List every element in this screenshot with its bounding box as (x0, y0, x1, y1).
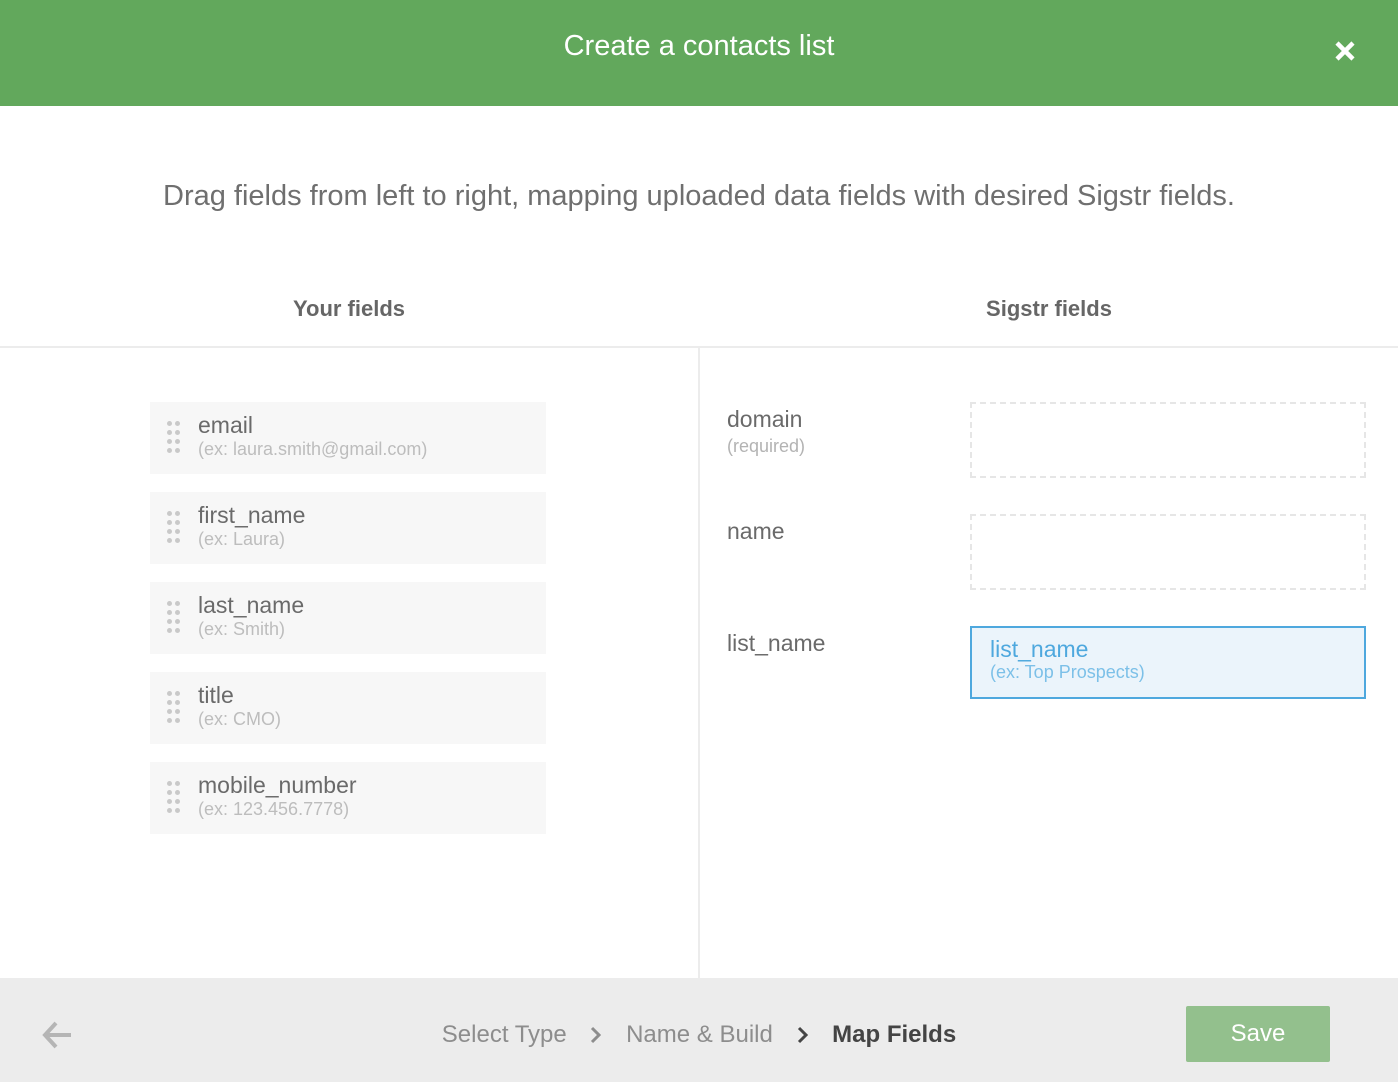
source-field-mobile-number[interactable]: mobile_number (ex: 123.456.7778) (150, 762, 546, 834)
instructions-text: Drag fields from left to right, mapping … (163, 180, 1235, 212)
modal-title: Create a contacts list (563, 30, 835, 62)
source-field-title[interactable]: title (ex: CMO) (150, 672, 546, 744)
vertical-divider (698, 348, 700, 978)
source-field-first-name[interactable]: first_name (ex: Laura) (150, 492, 546, 564)
field-name: first_name (198, 502, 306, 528)
field-example: (ex: Laura) (198, 529, 286, 549)
field-name: mobile_number (198, 772, 357, 798)
step-select-type[interactable]: Select Type (442, 1021, 567, 1049)
chevron-right-icon (591, 1026, 602, 1043)
field-example: (ex: 123.456.7778) (198, 799, 350, 819)
field-name: email (198, 412, 253, 438)
drag-handle-icon[interactable] (167, 781, 181, 815)
your-fields-heading: Your fields (292, 296, 406, 321)
save-button[interactable]: Save (1186, 1006, 1330, 1062)
modal-footer: Select Type Name & Build Map Fields Save (0, 978, 1398, 1082)
modal-header: Create a contacts list (0, 0, 1398, 106)
field-example: (ex: Smith) (198, 619, 286, 639)
step-map-fields: Map Fields (832, 1020, 957, 1048)
drag-handle-icon[interactable] (167, 601, 181, 635)
close-icon (1335, 41, 1355, 61)
drag-handle-icon[interactable] (167, 421, 181, 455)
target-label-name: name (727, 518, 785, 544)
drop-zone-domain[interactable] (970, 402, 1366, 478)
mapped-field-example: (ex: Top Prospects) (990, 662, 1145, 682)
target-required-note: (required) (727, 436, 806, 456)
drop-zone-name[interactable] (970, 514, 1366, 590)
drop-zone-list-name[interactable]: list_name (ex: Top Prospects) (970, 626, 1366, 699)
sigstr-fields-heading: Sigstr fields (986, 296, 1112, 321)
step-name-build[interactable]: Name & Build (626, 1021, 773, 1049)
chevron-right-icon (797, 1026, 808, 1043)
field-example: (ex: CMO) (198, 709, 281, 729)
field-name: last_name (198, 592, 305, 618)
mapped-field-name: list_name (990, 636, 1089, 662)
source-field-last-name[interactable]: last_name (ex: Smith) (150, 582, 546, 654)
drag-handle-icon[interactable] (167, 691, 181, 725)
close-button[interactable] (1330, 36, 1360, 66)
field-example: (ex: laura.smith@gmail.com) (198, 439, 428, 459)
target-label-domain: domain (727, 406, 803, 432)
drag-handle-icon[interactable] (167, 511, 181, 545)
source-field-email[interactable]: email (ex: laura.smith@gmail.com) (150, 402, 546, 474)
target-label-list-name: list_name (727, 630, 826, 656)
field-name: title (198, 682, 234, 708)
